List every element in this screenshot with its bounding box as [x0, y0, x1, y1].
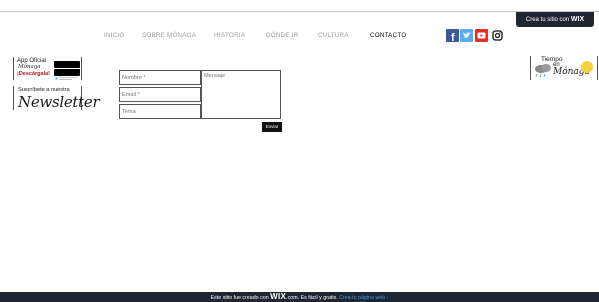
sun-icon	[578, 58, 596, 76]
footer-wix-brand: WIX	[270, 292, 287, 301]
nav-item-sobre-monaga[interactable]: SOBRE MÓNAGA	[142, 32, 196, 39]
nav-item-contacto[interactable]: CONTACTO	[370, 32, 406, 39]
footer-text-before: Este sitio fue creado con	[210, 295, 269, 301]
facebook-icon[interactable]: f	[446, 29, 459, 44]
app-promo-cta: ¡Descárgala!	[17, 71, 51, 77]
wix-badge-text: Crea tu sitio con	[525, 17, 570, 23]
send-button[interactable]: Enviar	[262, 122, 282, 132]
top-divider	[0, 11, 599, 12]
twitter-icon[interactable]	[460, 29, 473, 42]
rain-cloud-icon	[533, 63, 555, 79]
nav-item-historia[interactable]: HISTORIA	[214, 32, 245, 39]
google-play-icon[interactable]	[54, 69, 80, 81]
newsletter-promo[interactable]: Suscríbete a nuestra Newsletter	[13, 86, 100, 111]
email-field[interactable]	[119, 87, 201, 102]
subject-field[interactable]	[119, 104, 201, 119]
page: Crea tu sitio con WIX INICIO SOBRE MÓNAG…	[0, 0, 599, 302]
wix-badge-brand: WIX	[570, 16, 585, 23]
youtube-icon[interactable]	[475, 29, 488, 42]
app-store-icon[interactable]	[54, 61, 80, 73]
svg-text:f: f	[451, 32, 455, 42]
weather-widget[interactable]: Tiempo en Mónaga	[530, 56, 598, 80]
app-promo-brand: Mónaga	[18, 64, 41, 70]
instagram-icon[interactable]	[491, 29, 504, 42]
footer-create-site-link[interactable]: Crea tu página web ›	[339, 295, 388, 301]
nav-item-donde-ir[interactable]: DÓNDE IR	[266, 32, 298, 39]
wix-footer-banner: Este sitio fue creado con WIX.com. Es fá…	[0, 292, 599, 302]
name-field[interactable]	[119, 70, 201, 85]
wix-badge[interactable]: Crea tu sitio con WIX	[516, 12, 594, 27]
nav-item-cultura[interactable]: CULTURA	[318, 32, 349, 39]
newsletter-title: Newsletter	[18, 93, 100, 111]
app-promo[interactable]: App Oficial Mónaga ¡Descárgala!	[13, 57, 82, 81]
nav-item-inicio[interactable]: INICIO	[104, 32, 124, 39]
footer-text-after: .com. Es fácil y gratis.	[286, 295, 338, 301]
message-field[interactable]	[201, 70, 281, 119]
